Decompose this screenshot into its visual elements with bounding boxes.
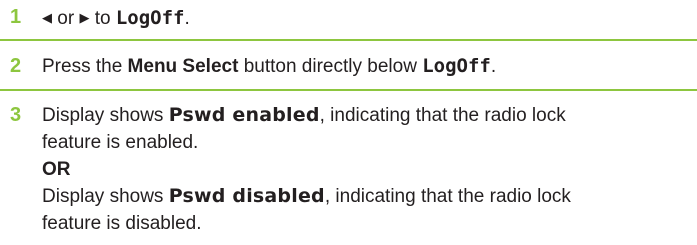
step-text: Display shows Pswd enabled, indicating t… [42, 102, 692, 237]
divider-2 [0, 89, 697, 91]
pswd-enabled-label: Pswd enabled [168, 104, 320, 126]
or-text: or [52, 8, 80, 29]
press-text: Press the [42, 56, 128, 77]
period: . [184, 8, 190, 29]
logoff-label: LogOff [422, 55, 491, 77]
step-number: 3 [10, 104, 22, 126]
menu-select-label: Menu Select [127, 56, 239, 77]
step-text: ◀ or ▶ to LogOff. [42, 4, 692, 32]
logoff-label: LogOff [115, 7, 185, 29]
disabled-line-1: Display shows Pswd disabled, indicating … [42, 185, 571, 207]
step-number: 1 [10, 6, 22, 28]
enabled-line-1: Display shows Pswd enabled, indicating t… [42, 104, 566, 126]
divider-1 [0, 39, 697, 41]
left-arrow-icon: ◀ [42, 10, 52, 25]
enabled-line-2: feature is enabled. [42, 132, 199, 153]
right-arrow-icon: ▶ [79, 10, 90, 25]
step-text: Press the Menu Select button directly be… [42, 53, 692, 80]
period: . [490, 56, 497, 77]
to-text: to [89, 8, 116, 29]
below-text: button directly below [238, 56, 423, 77]
disabled-line-2: feature is disabled. [42, 213, 202, 234]
or-label: OR [42, 159, 71, 180]
step-number: 2 [10, 55, 22, 77]
pswd-disabled-label: Pswd disabled [168, 185, 325, 207]
